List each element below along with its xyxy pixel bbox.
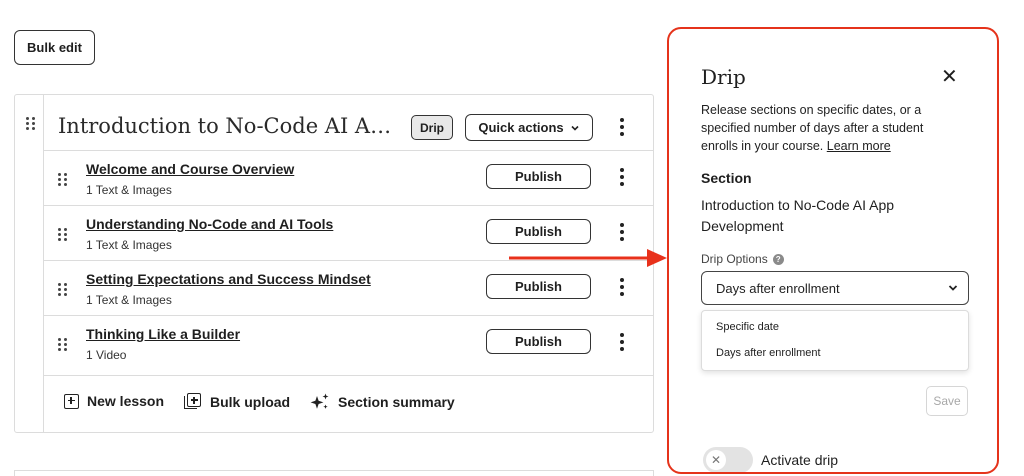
section-summary-label: Section summary: [338, 394, 455, 410]
chevron-down-icon: [948, 285, 958, 291]
activate-drip-label: Activate drip: [761, 452, 839, 468]
publish-button[interactable]: Publish: [486, 164, 591, 189]
dropdown-menu: Specific date Days after enrollment: [701, 310, 969, 371]
lesson-content-type: 1 Text & Images: [86, 238, 172, 252]
lesson-row[interactable]: Thinking Like a Builder 1 Video Publish: [44, 315, 654, 370]
bulk-upload-label: Bulk upload: [210, 393, 291, 410]
panel-title: Drip: [701, 65, 746, 89]
more-options-icon[interactable]: [620, 333, 624, 351]
drag-handle-icon[interactable]: [58, 283, 67, 296]
learn-more-link[interactable]: Learn more: [827, 139, 891, 153]
lesson-row[interactable]: Setting Expectations and Success Mindset…: [44, 260, 654, 315]
drag-handle-icon[interactable]: [58, 228, 67, 241]
lesson-title[interactable]: Welcome and Course Overview: [86, 161, 294, 177]
toggle-off-icon: ✕: [706, 450, 726, 470]
section-label: Section: [701, 170, 752, 186]
drag-handle-icon[interactable]: [58, 173, 67, 186]
drip-panel: Drip ✕ Release sections on specific date…: [667, 27, 999, 474]
section-title[interactable]: Introduction to No-Code AI App Developme…: [58, 114, 403, 138]
bulk-upload-button[interactable]: Bulk upload: [184, 393, 290, 410]
help-icon[interactable]: ?: [772, 253, 784, 265]
bulk-edit-button[interactable]: Bulk edit: [14, 30, 95, 65]
quick-actions-button[interactable]: Quick actions: [465, 114, 593, 141]
save-button[interactable]: Save: [926, 386, 968, 416]
annotation-arrow: [509, 249, 667, 267]
chevron-down-icon: [571, 125, 579, 131]
publish-button[interactable]: Publish: [486, 274, 591, 299]
new-lesson-label: New lesson: [87, 393, 165, 409]
more-options-icon[interactable]: [620, 278, 624, 296]
dropdown-option-days-after-enrollment[interactable]: Days after enrollment: [716, 347, 821, 359]
quick-actions-label: Quick actions: [478, 120, 564, 135]
section-name: Introduction to No-Code AI App Developme…: [701, 197, 895, 234]
new-lesson-button[interactable]: New lesson: [64, 393, 164, 409]
add-box-icon: [64, 393, 79, 409]
sparkle-icon: [310, 393, 329, 409]
drag-handle-icon[interactable]: [26, 117, 35, 130]
drag-handle-icon[interactable]: [58, 338, 67, 351]
section-handle-column: [15, 95, 44, 432]
drip-description: Release sections on specific dates, or a…: [701, 101, 961, 155]
activate-drip-toggle[interactable]: ✕: [703, 447, 753, 472]
drip-badge[interactable]: Drip: [411, 115, 453, 140]
drip-options-label: Drip Options ?: [701, 252, 784, 266]
publish-button[interactable]: Publish: [486, 219, 591, 244]
more-options-icon[interactable]: [620, 168, 624, 186]
lesson-title[interactable]: Thinking Like a Builder: [86, 326, 240, 342]
lesson-content-type: 1 Text & Images: [86, 293, 172, 307]
section-summary-button[interactable]: Section summary: [310, 393, 455, 411]
lesson-row[interactable]: Welcome and Course Overview 1 Text & Ima…: [44, 150, 654, 205]
selected-option: Days after enrollment: [716, 280, 840, 296]
lesson-content-type: 1 Video: [86, 348, 127, 362]
close-icon[interactable]: ✕: [941, 67, 958, 87]
dropdown-option-specific-date[interactable]: Specific date: [716, 321, 779, 333]
more-options-icon[interactable]: [620, 223, 624, 241]
drip-options-select[interactable]: Days after enrollment: [701, 271, 969, 305]
publish-button[interactable]: Publish: [486, 329, 591, 354]
drip-options-text: Drip Options: [701, 252, 768, 266]
bulk-upload-icon: [184, 393, 202, 410]
next-section-card: [14, 470, 654, 476]
section-footer: New lesson Bulk upload Section summary: [44, 375, 654, 433]
lesson-title[interactable]: Setting Expectations and Success Mindset: [86, 271, 371, 287]
more-options-icon[interactable]: [620, 118, 624, 136]
lesson-title[interactable]: Understanding No-Code and AI Tools: [86, 216, 333, 232]
lesson-content-type: 1 Text & Images: [86, 183, 172, 197]
